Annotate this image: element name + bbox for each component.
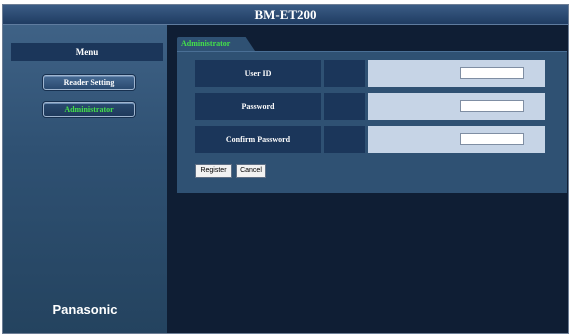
confirm-password-field-cell xyxy=(368,126,545,153)
brand-logo: Panasonic xyxy=(52,302,118,317)
user-id-field-cell xyxy=(368,60,545,87)
user-id-input[interactable] xyxy=(460,67,524,79)
password-input[interactable] xyxy=(460,100,524,112)
sidebar-item-administrator[interactable]: Administrator xyxy=(43,102,135,117)
row-spacer xyxy=(324,60,365,87)
sidebar-item-reader-setting[interactable]: Reader Setting xyxy=(43,75,135,90)
app-window: BM-ET200 Menu Reader Setting Administrat… xyxy=(2,4,569,334)
user-id-label: User ID xyxy=(195,60,321,87)
sidebar: Menu Reader Setting Administrator Panaso… xyxy=(3,25,167,333)
row-spacer xyxy=(324,126,365,153)
main-content: Administrator User ID Password Confirm P… xyxy=(167,25,568,333)
confirm-password-label: Confirm Password xyxy=(195,126,321,153)
password-label: Password xyxy=(195,93,321,120)
cancel-button[interactable]: Cancel xyxy=(236,164,266,178)
window-title: BM-ET200 xyxy=(3,5,568,25)
register-button[interactable]: Register xyxy=(195,164,232,178)
tab-administrator[interactable]: Administrator xyxy=(177,37,255,51)
menu-header: Menu xyxy=(11,43,163,61)
admin-panel: User ID Password Confirm Password Regist… xyxy=(177,51,567,193)
confirm-password-row: Confirm Password xyxy=(195,126,555,153)
row-spacer xyxy=(324,93,365,120)
user-id-row: User ID xyxy=(195,60,555,87)
confirm-password-input[interactable] xyxy=(460,133,524,145)
password-field-cell xyxy=(368,93,545,120)
password-row: Password xyxy=(195,93,555,120)
